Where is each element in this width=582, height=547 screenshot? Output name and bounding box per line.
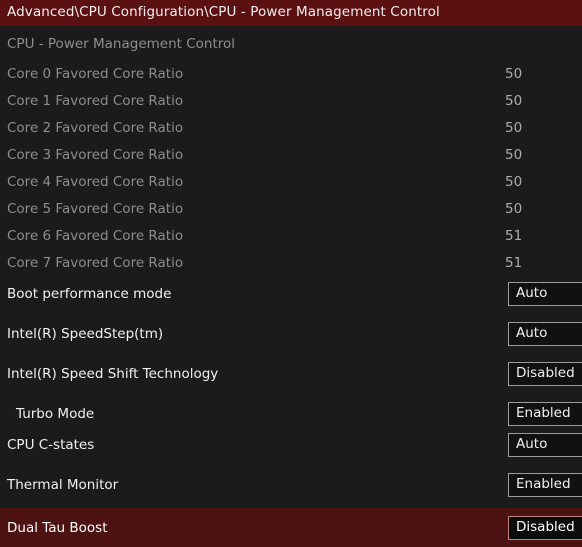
setting-value-dropdown[interactable]: Enabled — [508, 401, 582, 426]
info-row: Core 1 Favored Core Ratio 50 — [0, 87, 582, 114]
info-row-label: Core 6 Favored Core Ratio — [7, 227, 184, 244]
setting-value-dropdown[interactable]: Disabled — [508, 515, 582, 540]
info-row-value: 50 — [505, 119, 523, 136]
setting-label: Thermal Monitor — [7, 476, 119, 493]
info-row: Core 7 Favored Core Ratio 51 — [0, 249, 582, 276]
info-row-label: Core 0 Favored Core Ratio — [7, 65, 184, 82]
info-row-label: Core 2 Favored Core Ratio — [7, 119, 184, 136]
info-row-label: Core 5 Favored Core Ratio — [7, 200, 184, 217]
setting-value-text: Auto — [516, 324, 548, 341]
setting-label: Dual Tau Boost — [7, 519, 108, 536]
page-title: CPU - Power Management Control — [7, 36, 236, 52]
setting-value-dropdown[interactable]: Auto — [508, 281, 582, 306]
setting-row[interactable]: CPU C-states Auto — [0, 431, 582, 458]
setting-value-text: Enabled — [516, 404, 571, 421]
info-row: Core 5 Favored Core Ratio 50 — [0, 195, 582, 222]
breadcrumb-bar: Advanced\CPU Configuration\CPU - Power M… — [0, 0, 582, 26]
setting-row[interactable]: Thermal Monitor Enabled — [0, 471, 582, 498]
info-row: Core 4 Favored Core Ratio 50 — [0, 168, 582, 195]
setting-value-dropdown[interactable]: Auto — [508, 432, 582, 457]
info-row-label: Core 3 Favored Core Ratio — [7, 146, 184, 163]
info-row-label: Core 4 Favored Core Ratio — [7, 173, 184, 190]
setting-row[interactable]: Intel(R) Speed Shift Technology Disabled — [0, 360, 582, 387]
info-row-value: 50 — [505, 200, 523, 217]
setting-value-text: Disabled — [516, 518, 575, 535]
setting-row[interactable]: Turbo Mode Enabled — [0, 400, 582, 427]
info-row-value: 50 — [505, 65, 523, 82]
setting-label: CPU C-states — [7, 436, 95, 453]
setting-row[interactable]: Intel(R) SpeedStep(tm) Auto — [0, 320, 582, 347]
info-row: Core 0 Favored Core Ratio 50 — [0, 60, 582, 87]
setting-value-text: Auto — [516, 284, 548, 301]
info-row-label: Core 7 Favored Core Ratio — [7, 254, 184, 271]
info-row: Core 6 Favored Core Ratio 51 — [0, 222, 582, 249]
setting-label: Intel(R) Speed Shift Technology — [7, 365, 219, 382]
info-row-value: 50 — [505, 146, 523, 163]
setting-label: Intel(R) SpeedStep(tm) — [7, 325, 164, 342]
setting-value-text: Disabled — [516, 364, 575, 381]
setting-row[interactable]: Boot performance mode Auto — [0, 280, 582, 307]
info-row-value: 51 — [505, 227, 523, 244]
info-row-value: 50 — [505, 92, 523, 109]
setting-value-text: Auto — [516, 435, 548, 452]
info-row-value: 51 — [505, 254, 523, 271]
info-row: Core 3 Favored Core Ratio 50 — [0, 141, 582, 168]
setting-row-dual-tau-boost[interactable]: Dual Tau Boost Disabled — [0, 508, 582, 547]
info-row-label: Core 1 Favored Core Ratio — [7, 92, 184, 109]
breadcrumb: Advanced\CPU Configuration\CPU - Power M… — [7, 4, 440, 21]
setting-label: Boot performance mode — [7, 285, 172, 302]
setting-label: Turbo Mode — [16, 405, 95, 422]
setting-value-dropdown[interactable]: Auto — [508, 321, 582, 346]
settings-page: CPU - Power Management Control Core 0 Fa… — [0, 26, 582, 547]
setting-value-text: Enabled — [516, 475, 571, 492]
info-row-value: 50 — [505, 173, 523, 190]
setting-value-dropdown[interactable]: Enabled — [508, 472, 582, 497]
setting-value-dropdown[interactable]: Disabled — [508, 361, 582, 386]
info-row: Core 2 Favored Core Ratio 50 — [0, 114, 582, 141]
